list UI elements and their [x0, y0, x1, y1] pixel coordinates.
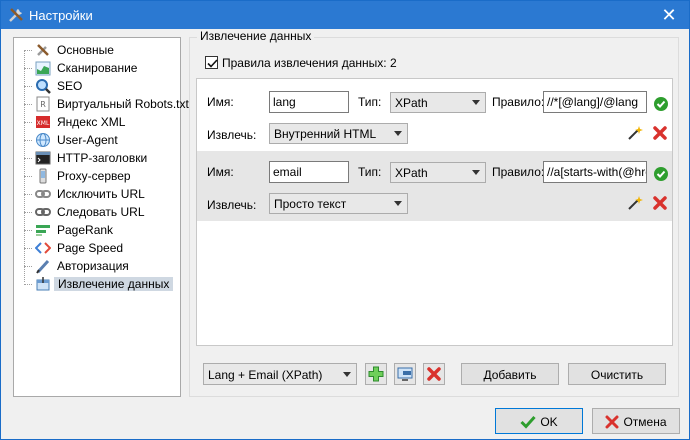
checkmark-icon [207, 59, 218, 68]
sidebar-item-proxy[interactable]: Proxy-сервер [24, 167, 178, 185]
rule-type-select[interactable]: XPath [390, 162, 486, 183]
sidebar-item-robots[interactable]: R Виртуальный Robots.txt [24, 95, 189, 113]
extract-icon [36, 277, 50, 291]
chevron-down-icon [394, 131, 402, 136]
pen-icon [36, 259, 50, 274]
rule-row: Имя: lang Тип: XPath Правило: //*[@lang]… [197, 81, 672, 151]
type-label: Тип: [358, 95, 382, 109]
clear-button[interactable]: Очистить [568, 363, 666, 385]
name-label: Имя: [207, 165, 234, 179]
cancel-button[interactable]: Отмена [592, 408, 680, 434]
add-button[interactable]: Добавить [461, 363, 559, 385]
validate-ok-icon[interactable] [653, 166, 669, 182]
delete-icon[interactable] [652, 195, 668, 211]
rule-extract-select[interactable]: Просто текст [269, 193, 408, 214]
rule-name-input[interactable]: email [269, 161, 349, 183]
rule-type-select[interactable]: XPath [390, 92, 486, 113]
screen-preview-button[interactable] [394, 363, 416, 385]
link-follow-icon [35, 208, 51, 216]
rule-name-input[interactable]: lang [269, 91, 349, 113]
magic-wand-icon[interactable] [627, 125, 643, 141]
rule-extract-select[interactable]: Внутренний HTML [269, 123, 408, 144]
sidebar-item-follow-url[interactable]: Следовать URL [24, 203, 178, 221]
checkmark-icon [520, 415, 536, 429]
phone-icon [39, 168, 47, 184]
delete-icon [427, 367, 441, 381]
chevron-down-icon [472, 170, 480, 175]
name-label: Имя: [207, 95, 234, 109]
sidebar-item-data-extraction[interactable]: Извлечение данных [24, 275, 178, 293]
tools-icon [37, 44, 49, 56]
rules-list: Имя: lang Тип: XPath Правило: //*[@lang]… [196, 78, 673, 346]
sidebar-item-basic[interactable]: Основные [24, 41, 178, 59]
settings-window: Настройки ✕ Основные Сканирование SEO R … [0, 0, 690, 440]
sidebar-item-auth[interactable]: Авторизация [24, 257, 178, 275]
plus-icon [368, 366, 384, 382]
sidebar-item-page-speed[interactable]: Page Speed [24, 239, 178, 257]
xml-icon: XML [36, 116, 50, 128]
add-rule-button[interactable] [365, 363, 387, 385]
enable-rules-label[interactable]: Правила извлечения данных: 2 [222, 56, 397, 70]
link-exclude-icon [35, 190, 51, 198]
chart-icon [35, 61, 51, 76]
pagerank-icon [36, 225, 50, 236]
settings-tree: Основные Сканирование SEO R Виртуальный … [13, 37, 189, 397]
sidebar-item-http-headers[interactable]: HTTP-заголовки [24, 149, 178, 167]
enable-rules-checkbox[interactable] [205, 56, 218, 69]
sidebar-item-pagerank[interactable]: PageRank [24, 221, 178, 239]
sidebar-item-seo[interactable]: SEO [24, 77, 178, 95]
validate-ok-icon[interactable] [653, 96, 669, 112]
close-icon [605, 415, 619, 429]
sidebar-item-user-agent[interactable]: User-Agent [24, 131, 178, 149]
extract-label: Извлечь: [207, 198, 257, 212]
preset-select[interactable]: Lang + Email (XPath) [203, 363, 357, 385]
sidebar-item-exclude-url[interactable]: Исключить URL [24, 185, 178, 203]
chevron-down-icon [343, 372, 351, 377]
code-icon [35, 242, 51, 254]
rule-label: Правило: [492, 165, 545, 179]
type-label: Тип: [358, 165, 382, 179]
monitor-icon [397, 367, 413, 381]
rule-label: Правило: [492, 95, 545, 109]
magic-wand-icon[interactable] [627, 195, 643, 211]
svg-text:R: R [40, 100, 46, 109]
rule-row: Имя: email Тип: XPath Правило: //a[start… [197, 151, 672, 221]
ok-button[interactable]: OK [495, 408, 583, 434]
rule-expression-input[interactable]: //*[@lang]/@lang [543, 91, 647, 113]
sidebar-item-yandex-xml[interactable]: XML Яндекс XML [24, 113, 178, 131]
window-title: Настройки [29, 8, 93, 23]
svg-text:XML: XML [37, 120, 50, 127]
terminal-icon [35, 151, 51, 165]
close-icon[interactable]: ✕ [655, 4, 683, 26]
group-title: Извлечение данных [197, 29, 315, 43]
rule-expression-input[interactable]: //a[starts-with(@href [543, 161, 647, 183]
chevron-down-icon [472, 100, 480, 105]
sidebar-item-scan[interactable]: Сканирование [24, 59, 178, 77]
globe-icon [36, 133, 50, 147]
title-bar: Настройки ✕ [1, 1, 689, 29]
robots-icon: R [36, 96, 50, 112]
delete-icon[interactable] [652, 125, 668, 141]
tools-icon [9, 8, 23, 22]
remove-all-button[interactable] [423, 363, 445, 385]
magnifier-icon [36, 79, 51, 94]
extract-label: Извлечь: [207, 128, 257, 142]
chevron-down-icon [394, 201, 402, 206]
